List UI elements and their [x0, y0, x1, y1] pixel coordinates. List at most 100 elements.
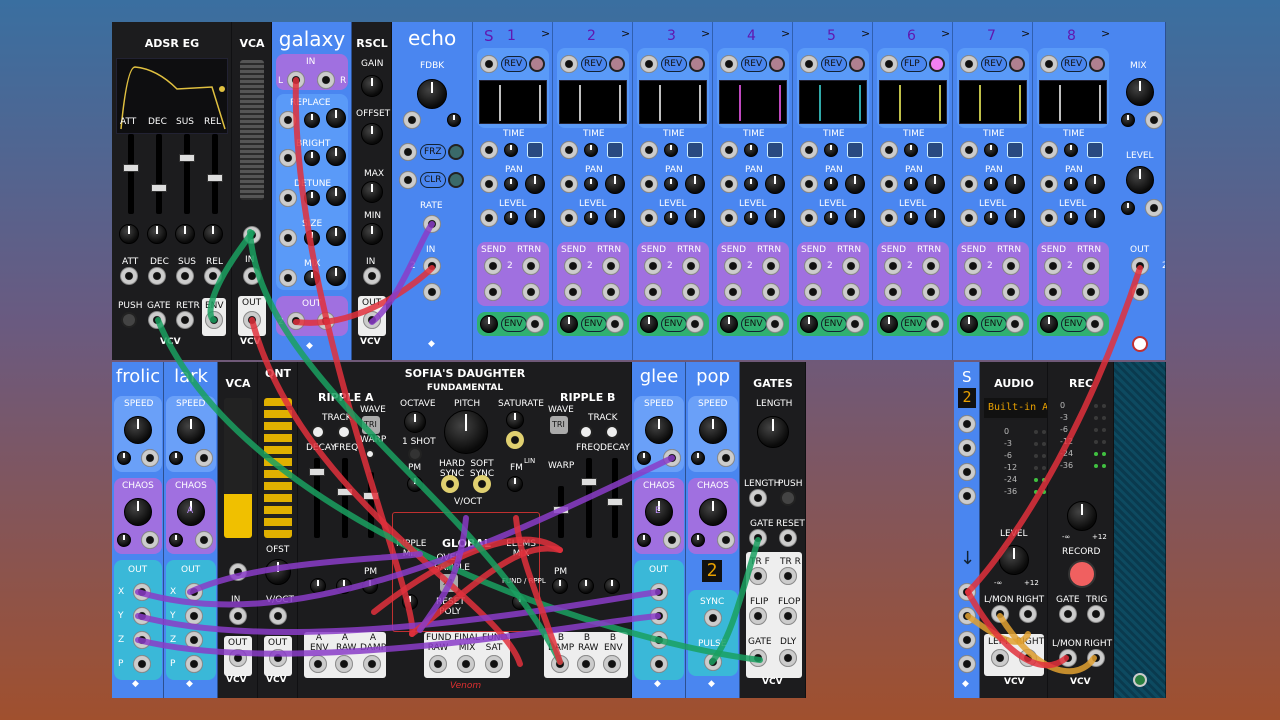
a-knob-3[interactable] — [362, 578, 378, 594]
speed-cv-jack[interactable] — [195, 449, 213, 467]
pan-atten-knob[interactable] — [664, 177, 678, 191]
a-raw-jack[interactable] — [335, 655, 353, 673]
speed-knob[interactable] — [124, 416, 152, 444]
level-atten-knob[interactable] — [824, 211, 838, 225]
fdbk-atten-knob[interactable] — [447, 113, 461, 127]
level-atten-knob[interactable] — [984, 211, 998, 225]
pan-knob[interactable] — [1005, 174, 1025, 194]
dly-jack[interactable] — [779, 649, 797, 667]
env-out-jack[interactable] — [686, 315, 704, 333]
sus-cv-jack[interactable] — [176, 267, 194, 285]
tr-f-jack[interactable] — [749, 567, 767, 585]
rel-knob[interactable] — [203, 224, 223, 244]
rtrn-l-jack[interactable] — [842, 257, 860, 275]
tr-r-jack[interactable] — [779, 567, 797, 585]
env-out-jack[interactable] — [1006, 315, 1024, 333]
pan-knob[interactable] — [605, 174, 625, 194]
chaos-atten-knob[interactable] — [691, 533, 705, 547]
size-atten-knob[interactable] — [326, 226, 346, 246]
time-cv-jack[interactable] — [1040, 141, 1058, 159]
chaos-atten-knob[interactable] — [637, 533, 651, 547]
pulse-jack[interactable] — [704, 653, 722, 671]
send-l-jack[interactable] — [804, 257, 822, 275]
env-out-jack[interactable] — [1086, 315, 1104, 333]
mix-cv-jack[interactable] — [1145, 111, 1163, 129]
pan-atten-knob[interactable] — [904, 177, 918, 191]
soft-sync-jack[interactable] — [473, 475, 491, 493]
mix-cv-jack[interactable] — [279, 269, 297, 287]
y-jack[interactable] — [650, 607, 668, 625]
flip-jack[interactable] — [749, 607, 767, 625]
send-r-jack[interactable] — [964, 283, 982, 301]
pm-knob[interactable] — [407, 476, 423, 492]
chaos-atten-knob[interactable] — [117, 533, 131, 547]
level-cv-jack[interactable] — [800, 209, 818, 227]
trig-jack[interactable] — [1087, 605, 1105, 623]
sus-knob[interactable] — [175, 224, 195, 244]
mode-cv-jack[interactable] — [960, 55, 978, 73]
env-out-jack[interactable] — [846, 315, 864, 333]
level-cv-jack[interactable] — [480, 209, 498, 227]
rtrn-l-jack[interactable] — [522, 257, 540, 275]
decay-b-fader[interactable] — [607, 458, 623, 538]
level-knob[interactable] — [525, 208, 545, 228]
b-knob-2[interactable] — [578, 578, 594, 594]
chaos-knob[interactable] — [699, 498, 727, 526]
level-knob[interactable] — [999, 545, 1029, 575]
out-6-jack[interactable] — [958, 631, 976, 649]
replace-atten-knob[interactable] — [326, 108, 346, 128]
z-jack[interactable] — [133, 631, 151, 649]
warp-b-fader[interactable] — [553, 486, 569, 538]
mix-atten-knob[interactable] — [326, 266, 346, 286]
out-r-jack[interactable] — [317, 312, 335, 330]
send-r-jack[interactable] — [1044, 283, 1062, 301]
octave-knob[interactable] — [404, 411, 426, 433]
mix-knob[interactable] — [304, 270, 320, 286]
frz-jack[interactable] — [399, 143, 417, 161]
pan-knob[interactable] — [845, 174, 865, 194]
speed-knob[interactable] — [645, 416, 673, 444]
record-button[interactable] — [1068, 560, 1096, 588]
pan-cv-jack[interactable] — [560, 175, 578, 193]
out-jack[interactable] — [243, 311, 261, 329]
rtrn-r-jack[interactable] — [922, 283, 940, 301]
send-l-jack[interactable] — [724, 257, 742, 275]
in-r-jack[interactable] — [317, 71, 335, 89]
out-jack[interactable] — [229, 649, 247, 667]
p-jack[interactable] — [133, 655, 151, 673]
size-cv-jack[interactable] — [279, 229, 297, 247]
pitch-knob[interactable] — [444, 410, 488, 454]
send-l-jack[interactable] — [964, 257, 982, 275]
out-r-jack[interactable] — [1131, 283, 1149, 301]
level-atten-knob[interactable] — [584, 211, 598, 225]
level-knob[interactable] — [1126, 166, 1154, 194]
out-l-jack[interactable] — [287, 312, 305, 330]
z-jack[interactable] — [650, 631, 668, 649]
saturate-cv-jack[interactable] — [506, 431, 524, 449]
p-jack[interactable] — [650, 655, 668, 673]
mode-cv-jack[interactable] — [480, 55, 498, 73]
clr-jack[interactable] — [399, 171, 417, 189]
chaos-cv-jack[interactable] — [717, 531, 735, 549]
env-out-jack[interactable] — [926, 315, 944, 333]
out-l-jack[interactable] — [1131, 257, 1149, 275]
speed-atten-knob[interactable] — [691, 451, 705, 465]
fm-knob[interactable] — [507, 476, 523, 492]
mode-cv-jack[interactable] — [800, 55, 818, 73]
rel-fader[interactable] — [207, 134, 223, 214]
level-knob[interactable] — [1085, 208, 1105, 228]
level-atten-knob[interactable] — [1121, 201, 1135, 215]
level-atten-knob[interactable] — [744, 211, 758, 225]
env-out-jack[interactable] — [526, 315, 544, 333]
time-sync-button[interactable] — [1007, 142, 1023, 158]
send-r-jack[interactable] — [644, 283, 662, 301]
rtrn-l-jack[interactable] — [1082, 257, 1100, 275]
chaos-cv-jack[interactable] — [195, 531, 213, 549]
replace-cv-jack[interactable] — [279, 111, 297, 129]
detune-atten-knob[interactable] — [326, 186, 346, 206]
time-cv-jack[interactable] — [560, 141, 578, 159]
time-sync-button[interactable] — [607, 142, 623, 158]
size-knob[interactable] — [304, 230, 320, 246]
pan-knob[interactable] — [1085, 174, 1105, 194]
time-knob[interactable] — [824, 143, 838, 157]
